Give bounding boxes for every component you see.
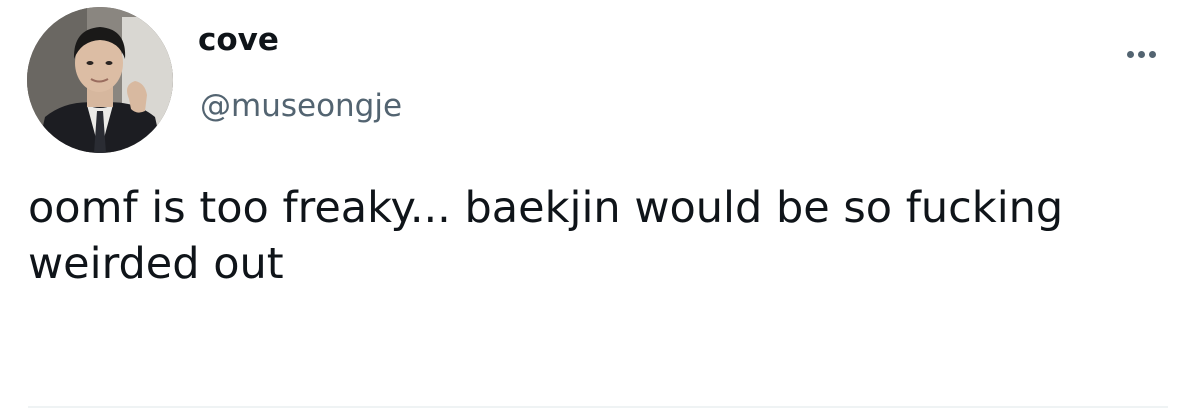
more-horizontal-icon <box>1137 50 1145 58</box>
more-options-button[interactable] <box>1118 40 1164 68</box>
avatar[interactable] <box>27 7 173 153</box>
tweet-card: cove @museongje oomf is too freaky... ba… <box>0 0 1200 412</box>
divider <box>28 406 1168 408</box>
display-name[interactable]: cove <box>198 20 279 60</box>
profile-photo-icon <box>27 7 173 153</box>
tweet-text: oomf is too freaky... baekjin would be s… <box>28 183 1064 289</box>
more-horizontal-icon <box>1148 50 1156 58</box>
more-horizontal-icon <box>1126 50 1134 58</box>
user-handle[interactable]: @museongje <box>200 86 402 126</box>
